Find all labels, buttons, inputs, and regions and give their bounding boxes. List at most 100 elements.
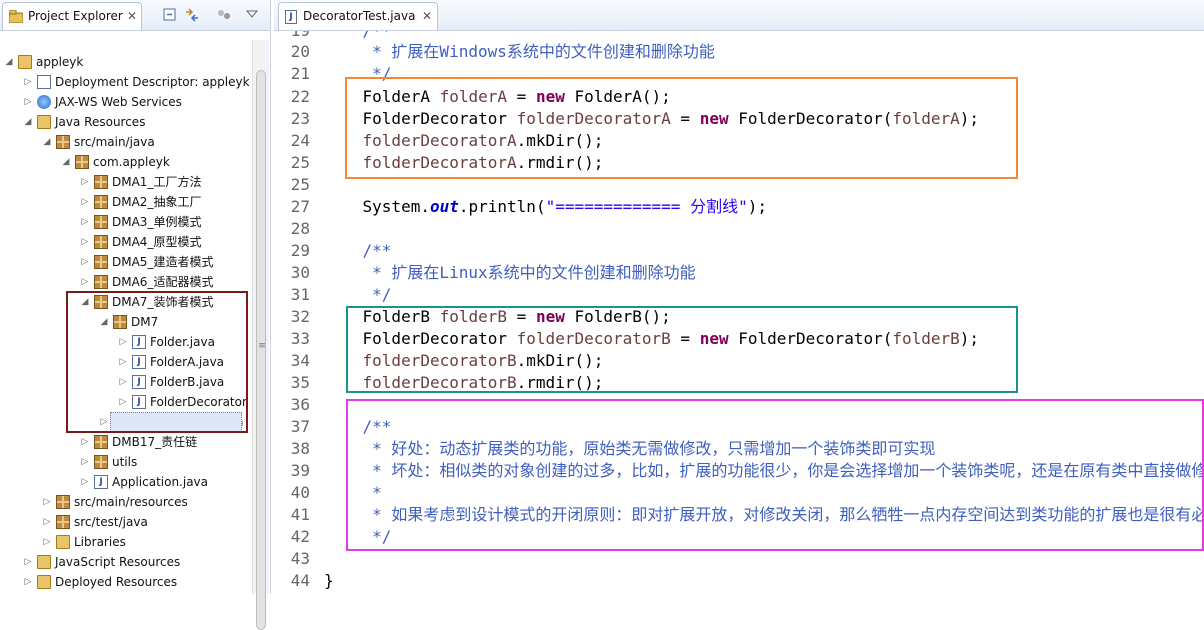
resources-icon bbox=[37, 555, 51, 569]
tree-item[interactable]: ▷ DMA6_适配器模式 bbox=[0, 272, 250, 292]
tree-item-label: utils bbox=[112, 455, 138, 469]
line-number: 23 bbox=[290, 109, 310, 128]
tree-item[interactable]: ◢ Java Resources bbox=[0, 112, 250, 132]
expanded-arrow-icon[interactable]: ◢ bbox=[23, 112, 33, 132]
tree-item[interactable]: ▷ Libraries bbox=[0, 532, 250, 552]
package-icon bbox=[94, 195, 108, 209]
tree-item[interactable]: ▷ src/test/java bbox=[0, 512, 250, 532]
code-line[interactable]: System.out.println("============= 分割线"); bbox=[324, 196, 767, 218]
tree-item-label: Libraries bbox=[74, 535, 126, 549]
tree-item[interactable]: ▷ src/main/resources bbox=[0, 492, 250, 512]
project-explorer-tab[interactable]: Project Explorer ✕ bbox=[2, 2, 142, 30]
code-line[interactable]: /** bbox=[324, 240, 392, 262]
scrollbar-grip-icon: ≡ bbox=[258, 341, 266, 351]
collapsed-arrow-icon[interactable]: ▷ bbox=[80, 172, 90, 192]
tree-item[interactable]: ▷ DMA4_原型模式 bbox=[0, 232, 250, 252]
line-number: 29 bbox=[290, 241, 310, 260]
tree-item[interactable]: ▷ Deployment Descriptor: appleyk bbox=[0, 72, 250, 92]
tree-item-label: appleyk bbox=[36, 55, 84, 69]
tree-item-label: Deployment Descriptor: appleyk bbox=[55, 75, 250, 89]
line-number: 31 bbox=[290, 285, 310, 304]
collapsed-arrow-icon[interactable]: ▷ bbox=[42, 512, 52, 532]
explorer-scrollbar[interactable]: ≡ bbox=[252, 40, 269, 630]
project-explorer-header: Project Explorer ✕ bbox=[0, 0, 270, 31]
tree-item[interactable]: ◢ appleyk bbox=[0, 52, 250, 72]
resources-icon bbox=[37, 575, 51, 589]
collapsed-arrow-icon[interactable]: ▷ bbox=[80, 472, 90, 492]
code-token: out bbox=[429, 197, 459, 216]
code-line[interactable]: */ bbox=[324, 284, 391, 306]
collapsed-arrow-icon[interactable]: ▷ bbox=[42, 532, 52, 552]
close-tab-icon[interactable]: ✕ bbox=[127, 3, 137, 30]
package-icon bbox=[94, 215, 108, 229]
tree-item[interactable]: ◢ com.appleyk bbox=[0, 152, 250, 172]
close-editor-tab-icon[interactable]: ✕ bbox=[422, 3, 432, 30]
collapsed-arrow-icon[interactable]: ▷ bbox=[80, 452, 90, 472]
tree-item-label: DMA1_工厂方法 bbox=[112, 175, 202, 189]
expanded-arrow-icon[interactable]: ◢ bbox=[61, 152, 71, 172]
line-number: 32 bbox=[290, 307, 310, 326]
collapsed-arrow-icon[interactable]: ▷ bbox=[23, 72, 33, 92]
tree-item-label: Java Resources bbox=[55, 115, 146, 129]
tree-item[interactable]: ▷ J Application.java bbox=[0, 472, 250, 492]
tree-item-label: DMA4_原型模式 bbox=[112, 235, 202, 249]
collapsed-arrow-icon[interactable]: ▷ bbox=[80, 232, 90, 252]
scrollbar-thumb[interactable]: ≡ bbox=[256, 70, 266, 630]
package-icon bbox=[94, 275, 108, 289]
tree-item-label: DMA2_抽象工厂 bbox=[112, 195, 202, 209]
collapsed-arrow-icon[interactable]: ▷ bbox=[80, 252, 90, 272]
line-number: 20 bbox=[290, 42, 310, 61]
resources-icon bbox=[37, 115, 51, 129]
code-line[interactable]: * 扩展在Windows系统中的文件创建和删除功能 bbox=[324, 41, 715, 63]
tree-item-label: src/test/java bbox=[74, 515, 148, 529]
tree-item-label: Application.java bbox=[112, 475, 209, 489]
line-number: 37 bbox=[290, 417, 310, 436]
tree-item[interactable]: ▷ DMA2_抽象工厂 bbox=[0, 192, 250, 212]
view-menu-icon[interactable] bbox=[244, 8, 260, 22]
tree-item-label: DMB17_责任链 bbox=[112, 435, 198, 449]
tree-item[interactable]: ▷ DMA5_建造者模式 bbox=[0, 252, 250, 272]
tree-item-label: DMA5_建造者模式 bbox=[112, 255, 214, 269]
line-number: 25 bbox=[290, 175, 310, 194]
decorator-package-highlight bbox=[66, 291, 248, 433]
collapsed-arrow-icon[interactable]: ▷ bbox=[23, 92, 33, 112]
code-token: .println( bbox=[458, 197, 546, 216]
collapsed-arrow-icon[interactable]: ▷ bbox=[23, 552, 33, 572]
tree-item[interactable]: ▷ DMB17_责任链 bbox=[0, 432, 250, 452]
collapsed-arrow-icon[interactable]: ▷ bbox=[23, 572, 33, 592]
line-number: 28 bbox=[290, 219, 310, 238]
tree-item-label: src/main/resources bbox=[74, 495, 188, 509]
editor-tab-bar: J DecoratorTest.java ✕ bbox=[274, 0, 1204, 31]
code-line[interactable]: } bbox=[324, 570, 334, 592]
descriptor-icon bbox=[37, 75, 51, 89]
code-line[interactable]: * 扩展在Linux系统中的文件创建和删除功能 bbox=[324, 262, 695, 284]
collapsed-arrow-icon[interactable]: ▷ bbox=[80, 272, 90, 292]
package-icon bbox=[94, 235, 108, 249]
project-explorer-tab-label: Project Explorer bbox=[28, 9, 123, 23]
collapsed-arrow-icon[interactable]: ▷ bbox=[42, 492, 52, 512]
collapse-all-icon[interactable] bbox=[162, 8, 178, 22]
line-number: 22 bbox=[290, 87, 310, 106]
link-editor-icon[interactable] bbox=[184, 8, 200, 22]
line-number: 40 bbox=[290, 483, 310, 502]
tree-item[interactable]: ▷ Deployed Resources bbox=[0, 572, 250, 592]
tree-item[interactable]: ▷ JAX-WS Web Services bbox=[0, 92, 250, 112]
editor-tab-decoratortest[interactable]: J DecoratorTest.java ✕ bbox=[278, 2, 438, 30]
comment-box bbox=[346, 399, 1204, 551]
collapsed-arrow-icon[interactable]: ▷ bbox=[80, 212, 90, 232]
project-icon bbox=[18, 55, 32, 69]
expanded-arrow-icon[interactable]: ◢ bbox=[4, 52, 14, 72]
tree-item[interactable]: ◢ src/main/java bbox=[0, 132, 250, 152]
line-number: 38 bbox=[290, 439, 310, 458]
web-icon bbox=[37, 95, 51, 109]
line-number: 27 bbox=[290, 197, 310, 216]
expanded-arrow-icon[interactable]: ◢ bbox=[42, 132, 52, 152]
filter-icon[interactable] bbox=[216, 8, 232, 22]
collapsed-arrow-icon[interactable]: ▷ bbox=[80, 192, 90, 212]
collapsed-arrow-icon[interactable]: ▷ bbox=[80, 432, 90, 452]
tree-item-label: src/main/java bbox=[74, 135, 155, 149]
tree-item[interactable]: ▷ DMA1_工厂方法 bbox=[0, 172, 250, 192]
tree-item[interactable]: ▷ utils bbox=[0, 452, 250, 472]
tree-item[interactable]: ▷ JavaScript Resources bbox=[0, 552, 250, 572]
tree-item[interactable]: ▷ DMA3_单例模式 bbox=[0, 212, 250, 232]
